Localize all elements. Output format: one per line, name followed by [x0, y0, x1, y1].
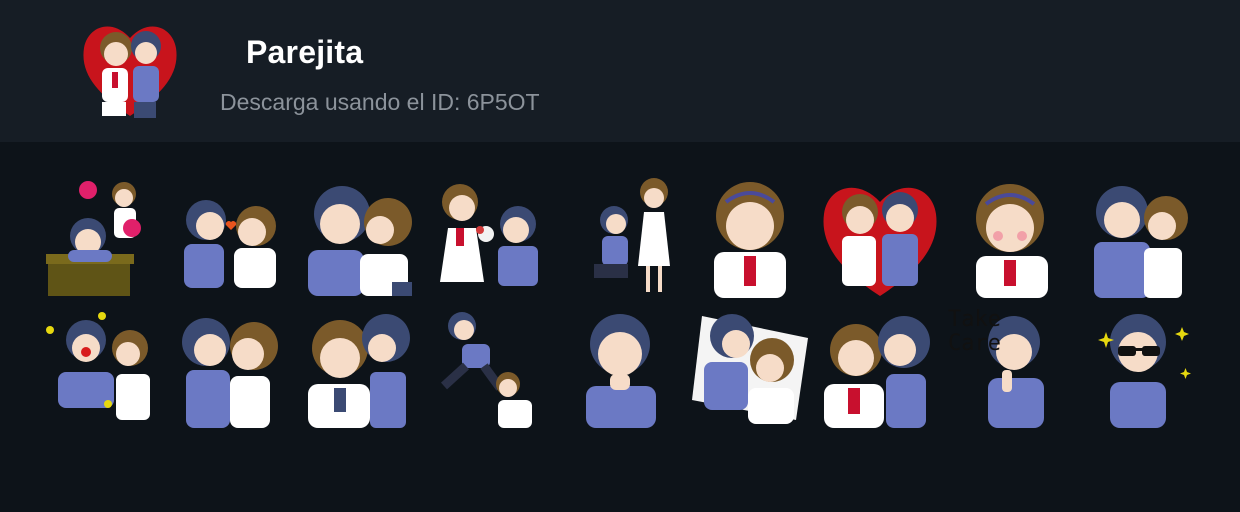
sleeping-couple-sticker[interactable]: [692, 308, 810, 432]
hug-sticker[interactable]: [1088, 178, 1206, 302]
boy-thinking-sticker[interactable]: [580, 308, 698, 432]
kneel-proposal-sticker[interactable]: [588, 178, 706, 302]
clown-nose-sticker[interactable]: [40, 308, 158, 432]
cheek-pinch-sticker[interactable]: [820, 308, 938, 432]
girl-thinking-sticker[interactable]: [708, 178, 826, 302]
kiss-sticker-2[interactable]: [172, 308, 290, 432]
cheerleader-desk-sticker[interactable]: [44, 178, 162, 302]
take-care-sticker[interactable]: Take Care: [948, 308, 1066, 432]
couple-heart-icon: [78, 16, 182, 124]
trip-sticker[interactable]: [436, 308, 554, 432]
surprise-kiss-sticker[interactable]: [300, 308, 418, 432]
sticker-grid: Take Care: [0, 142, 1240, 512]
pack-title: Parejita: [246, 34, 364, 70]
kiss-sticker[interactable]: [172, 178, 290, 302]
pack-header: Parejita Descarga usando el ID: 6P5OT: [0, 0, 1240, 142]
sunglasses-sticker[interactable]: [1088, 308, 1206, 432]
take-care-caption: Take Care: [948, 307, 1001, 356]
flowers-gift-sticker[interactable]: [428, 178, 546, 302]
cheek-kiss-sticker[interactable]: [300, 178, 418, 302]
download-id-text: Descarga usando el ID: 6P5OT: [220, 89, 540, 115]
girl-blush-sticker[interactable]: [968, 178, 1086, 302]
couple-heart-sticker[interactable]: [820, 178, 938, 302]
